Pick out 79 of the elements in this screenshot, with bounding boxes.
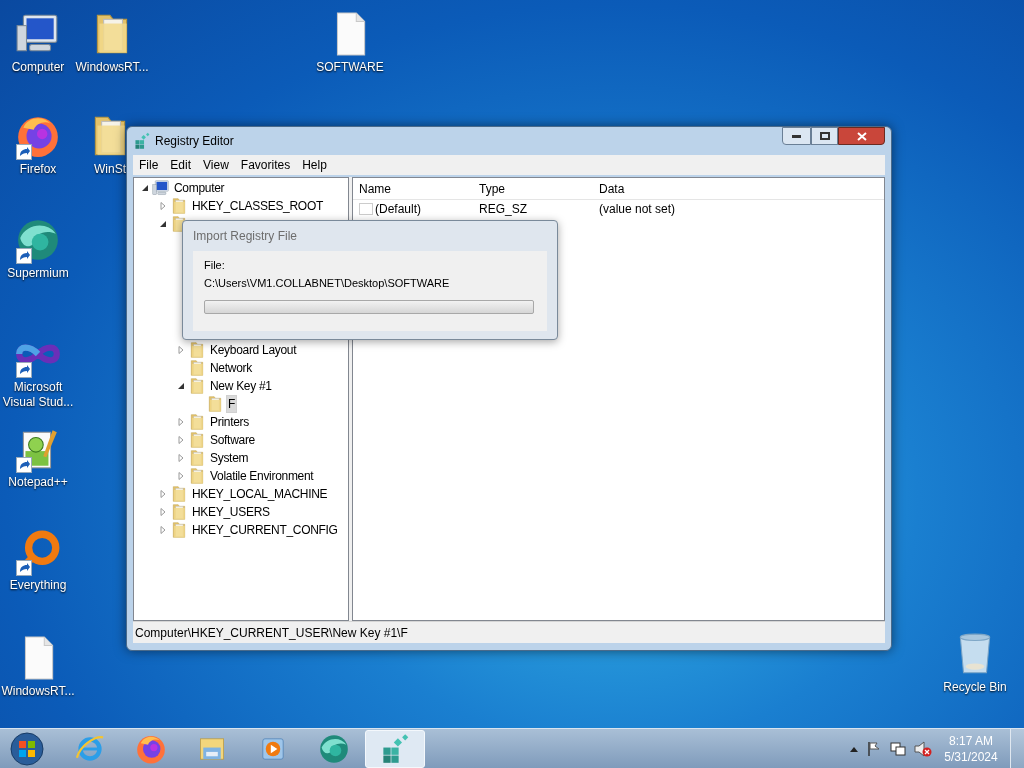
window-title: Registry Editor [155,133,234,150]
tree-item[interactable]: HKEY_USERS [190,503,272,521]
tree-item[interactable]: F [226,395,238,413]
supermium-icon [318,732,350,765]
expand-arrow-icon[interactable] [158,201,168,211]
desktop-icon-label[interactable]: Notepad++ [7,475,69,490]
folder-icon [188,431,206,449]
tree-item[interactable]: Volatile Environment [208,467,316,485]
desktop-icon-label[interactable]: Computer [10,60,66,75]
expand-arrow-icon[interactable] [158,507,168,517]
desktop-icon-label[interactable]: WindowsRT... [74,60,150,75]
expand-arrow-icon[interactable] [176,417,186,427]
registry-cubes-icon [133,132,151,150]
desktop-icon-label[interactable]: Firefox [18,162,58,177]
folder-icon [188,413,206,431]
folder-icon [188,449,206,467]
value-data: (value not set) [598,201,677,218]
folder-icon [188,467,206,485]
maximize-button[interactable] [811,127,838,145]
tree-item[interactable]: Network [208,359,254,377]
dialog-title: Import Registry File [193,228,299,245]
folder-icon [170,197,188,215]
desktop-icon-label[interactable]: Everything [8,578,68,593]
tree-item[interactable]: Keyboard Layout [208,341,299,359]
desktop-icon-label[interactable]: Recycle Bin [942,680,1008,695]
status-bar-path: Computer\HKEY_CURRENT_USER\New Key #1\F [135,624,408,642]
desktop-icon-label[interactable]: Microsoft Visual Stud... [0,380,78,410]
expand-arrow-icon[interactable] [176,435,186,445]
taskbar-button[interactable] [365,729,425,768]
menu-item[interactable]: File [133,156,165,174]
tree-item[interactable]: Software [208,431,257,449]
expand-arrow-icon[interactable] [176,453,186,463]
folder-icon [170,503,188,521]
column-header[interactable]: Data [593,179,713,198]
collapse-arrow-icon[interactable] [176,381,186,391]
tree-item[interactable]: Computer [172,179,227,197]
menu-item[interactable]: Edit [164,156,198,174]
expand-arrow-icon[interactable] [176,345,186,355]
menu-item[interactable]: View [197,156,235,174]
folder-icon [188,377,206,395]
collapse-arrow-icon[interactable] [158,219,168,229]
collapse-arrow-icon[interactable] [140,183,150,193]
file-path: C:\Users\VM1.COLLABNET\Desktop\SOFTWARE [204,276,451,291]
column-header[interactable]: Name [353,179,473,198]
desktop-icon-label[interactable]: WindowsRT... [0,684,76,699]
show-hidden-icons-icon[interactable] [850,745,858,752]
clock-time: 8:17 AM [949,732,993,749]
folder-icon [170,521,188,539]
column-header[interactable]: Type [473,179,593,198]
menu-item[interactable]: Favorites [234,156,297,174]
folder-icon [170,485,188,503]
close-button[interactable] [838,127,885,145]
folder-icon [206,395,224,413]
muted-speaker-icon[interactable] [914,740,932,757]
value-type: REG_SZ [478,201,528,218]
flag-icon[interactable] [866,740,882,757]
file-label: File: [204,258,226,273]
expand-arrow-icon[interactable] [158,525,168,535]
tree-item[interactable]: HKEY_LOCAL_MACHINE [190,485,330,503]
tree-item[interactable]: System [208,449,251,467]
folder-icon [188,359,206,377]
expand-arrow-icon[interactable] [176,471,186,481]
tree-item[interactable]: HKEY_CLASSES_ROOT [190,197,325,215]
desktop-icon-label[interactable]: SOFTWARE [315,60,385,75]
clock-date: 5/31/2024 [944,748,998,765]
value-name[interactable]: (Default) [375,200,421,218]
expand-arrow-icon[interactable] [158,489,168,499]
tree-item[interactable]: Printers [208,413,251,431]
close-icon [856,131,867,141]
network-icon[interactable] [890,740,906,757]
minimize-button[interactable] [782,127,811,145]
folder-icon [188,341,206,359]
tree-item[interactable]: New Key #1 [208,377,274,395]
show-desktop-button[interactable] [1010,729,1024,768]
menu-item[interactable]: Help [296,156,333,174]
tree-item[interactable]: HKEY_CURRENT_CONFIG [190,521,340,539]
desktop-icon-label[interactable]: WinSt [93,162,127,177]
windows-logo-icon [10,731,44,766]
desktop-icon-label[interactable]: Supermium [6,266,70,281]
